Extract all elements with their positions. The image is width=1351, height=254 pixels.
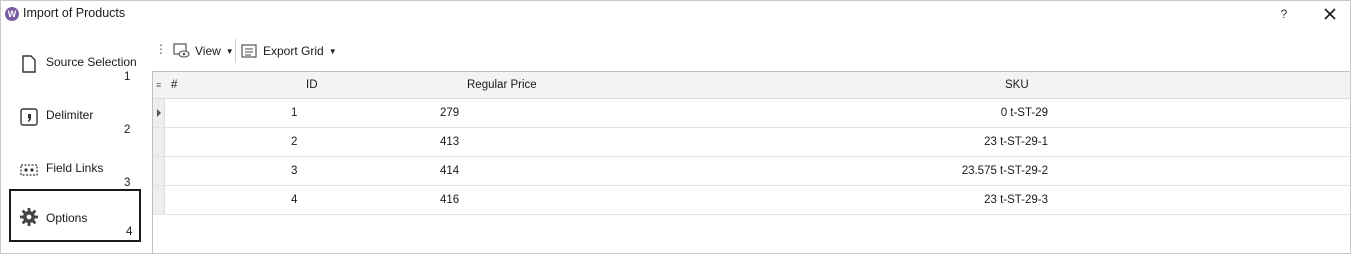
cell-sku: 0 t-ST-29 (1000, 107, 1048, 119)
export-grid-label: Export Grid (263, 44, 324, 58)
export-grid-button[interactable]: Export Grid ▼ (241, 40, 337, 62)
title-bar: W Import of Products ? (1, 1, 1350, 28)
current-row-indicator-icon (157, 109, 161, 117)
cell-regular-price: 413 (440, 136, 460, 148)
grid-header: ≡ # ID Regular Price SKU (153, 72, 1350, 99)
help-button[interactable]: ? (1277, 7, 1291, 21)
column-header-sku[interactable]: SKU (1005, 79, 1029, 91)
view-label: View (195, 44, 221, 58)
step-options[interactable]: Options 4 (9, 189, 141, 242)
wizard-steps-sidebar: Source Selection 1 Delimiter 2 Field Lin… (1, 38, 151, 253)
column-header-id[interactable]: ID (306, 79, 318, 91)
comma-icon (20, 108, 38, 126)
cell-id: 1 (291, 107, 298, 119)
chevron-down-icon: ▼ (225, 46, 234, 56)
chevron-down-icon: ▼ (328, 46, 337, 56)
column-header-regular-price[interactable]: Regular Price (467, 79, 537, 91)
close-button[interactable] (1321, 5, 1339, 23)
view-icon (173, 43, 190, 58)
cell-id: 4 (291, 194, 298, 206)
gear-icon (20, 208, 38, 226)
document-icon (22, 55, 36, 73)
step-label: Field Links (46, 161, 104, 175)
table-row[interactable]: 3 414 23.575 t-ST-29-2 (153, 157, 1350, 186)
cell-regular-price: 279 (440, 107, 460, 119)
step-label: Options (46, 211, 88, 225)
cell-id: 3 (291, 165, 298, 177)
export-icon (241, 44, 257, 58)
field-links-icon (20, 164, 38, 176)
cell-sku: 23 t-ST-29-3 (984, 194, 1048, 206)
step-number: 1 (124, 71, 131, 83)
table-row[interactable]: 1 279 0 t-ST-29 (153, 99, 1350, 128)
step-delimiter[interactable]: Delimiter 2 (9, 95, 141, 148)
step-number: 3 (124, 177, 131, 189)
step-label: Source Selection (46, 55, 137, 69)
close-icon (1324, 8, 1336, 20)
cell-sku: 23.575 t-ST-29-2 (961, 165, 1048, 177)
grid-toolbar: ⋮ View ▼ Export Grid ▼ (151, 39, 1351, 63)
cell-regular-price: 414 (440, 165, 460, 177)
cell-regular-price: 416 (440, 194, 460, 206)
step-source-selection[interactable]: Source Selection 1 (9, 42, 141, 95)
column-header-number[interactable]: # (171, 79, 177, 91)
window-title: Import of Products (23, 6, 126, 20)
step-number: 2 (124, 124, 131, 136)
view-button[interactable]: View ▼ (173, 40, 234, 62)
toolbar-separator (235, 39, 236, 63)
data-grid: ≡ # ID Regular Price SKU 1 279 0 t-ST-29… (152, 71, 1350, 253)
toolbar-grip-icon[interactable]: ⋮ (155, 42, 167, 56)
table-row[interactable]: 2 413 23 t-ST-29-1 (153, 128, 1350, 157)
app-logo-icon: W (5, 7, 19, 21)
column-chooser-icon[interactable]: ≡ (156, 80, 161, 90)
import-window: W Import of Products ? Source Selection … (0, 0, 1351, 254)
step-number: 4 (126, 226, 133, 238)
step-label: Delimiter (46, 108, 94, 122)
cell-sku: 23 t-ST-29-1 (984, 136, 1048, 148)
table-row[interactable]: 4 416 23 t-ST-29-3 (153, 186, 1350, 215)
cell-id: 2 (291, 136, 298, 148)
